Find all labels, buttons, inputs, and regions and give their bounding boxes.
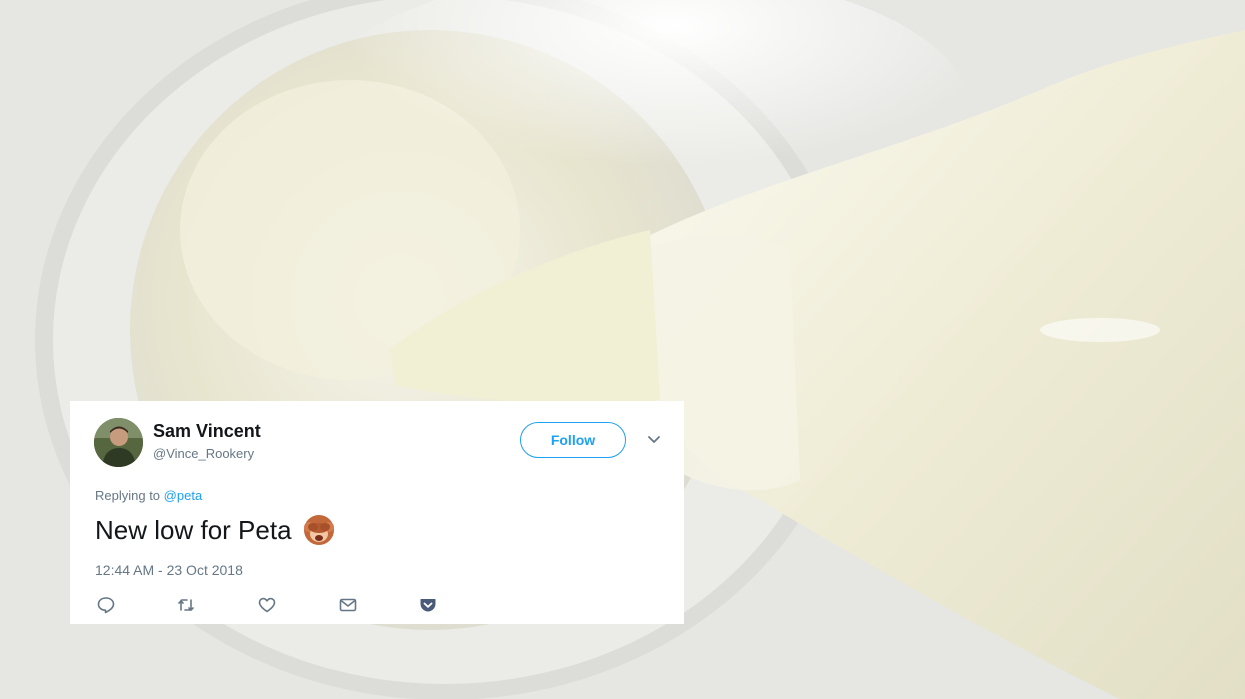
tweet-card: Sam Vincent @Vince_Rookery Follow Replyi… (70, 401, 684, 624)
avatar[interactable] (94, 418, 143, 467)
follow-button[interactable]: Follow (520, 422, 626, 458)
see-no-evil-monkey-emoji (303, 515, 334, 545)
replying-to-line: Replying to @peta (95, 488, 202, 503)
author-handle[interactable]: @Vince_Rookery (153, 446, 254, 461)
chevron-down-icon[interactable] (646, 431, 662, 447)
tweet-text-content: New low for Peta (95, 514, 292, 545)
retweet-icon[interactable] (176, 595, 196, 615)
tweet-timestamp[interactable]: 12:44 AM - 23 Oct 2018 (95, 562, 243, 578)
pocket-icon[interactable] (418, 595, 438, 615)
like-icon[interactable] (257, 595, 277, 615)
tweet-text: New low for Peta (95, 513, 336, 547)
replying-mention-link[interactable]: @peta (164, 488, 203, 503)
tweet-actions (95, 595, 455, 615)
author-name[interactable]: Sam Vincent (153, 421, 261, 442)
replying-prefix: Replying to (95, 488, 161, 503)
direct-message-icon[interactable] (338, 595, 358, 615)
reply-icon[interactable] (96, 595, 116, 615)
